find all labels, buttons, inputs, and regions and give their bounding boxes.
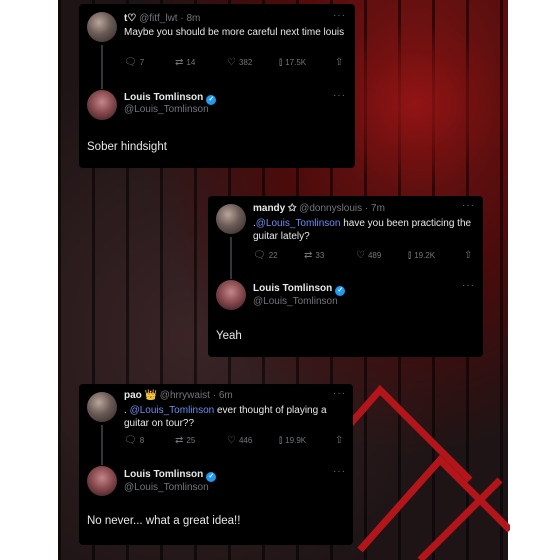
author-handle: @donnyslouis (299, 203, 363, 214)
bar-chart-icon: ⫾ (408, 250, 412, 261)
reply-text: Sober hindsight (87, 141, 167, 153)
views-button[interactable]: ⫾ 19.9K (279, 435, 306, 446)
more-dots-icon[interactable]: ··· (462, 200, 475, 211)
reply-text: No never... what a great idea!! (87, 515, 241, 527)
more-dots-icon[interactable]: ··· (333, 90, 346, 101)
thread-line (230, 237, 232, 279)
timestamp: 8m (186, 13, 201, 24)
tweet-text: .@Louis_Tomlinson have you been practici… (253, 218, 472, 242)
verified-check-icon: ✓ (206, 472, 217, 482)
avatar[interactable] (87, 90, 117, 120)
share-button[interactable]: ⇧ (335, 435, 343, 446)
more-dots-icon[interactable]: ··· (333, 466, 346, 477)
reply-button[interactable]: 🗨︎ 8 (124, 435, 144, 446)
timestamp: 7m (371, 203, 385, 214)
tweet-card-3: pao 👑 @hrrywaist · 6m ··· . @Louis_Tomli… (79, 384, 353, 545)
author-name[interactable]: mandy ✩ @donnyslouis · 7m (253, 203, 385, 214)
like-button[interactable]: ♡ 382 (227, 57, 252, 68)
author-handle: @hrrywaist (159, 390, 210, 401)
author-name[interactable]: t♡ @fitf_lwt · 8m (124, 13, 200, 24)
thread-line (101, 425, 103, 465)
heart-icon: ♡ (227, 57, 236, 68)
author-handle[interactable]: @Louis_Tomlinson (253, 296, 338, 307)
speech-bubble-icon: 🗨︎ (124, 57, 137, 68)
timestamp: 6m (218, 390, 233, 401)
tweet-card-2: mandy ✩ @donnyslouis · 7m ··· .@Louis_To… (208, 196, 483, 357)
like-button[interactable]: ♡ 489 (356, 250, 381, 261)
share-icon: ⇧ (464, 250, 473, 261)
tweet-card-1: t♡ @fitf_lwt · 8m ··· Maybe you should b… (79, 4, 355, 168)
more-dots-icon[interactable]: ··· (462, 280, 475, 291)
retweet-icon: ⇄ (304, 250, 313, 261)
author-name[interactable]: Louis Tomlinson ✓ (124, 469, 217, 482)
avatar[interactable] (87, 12, 117, 42)
retweet-icon: ⇄ (175, 435, 184, 446)
share-icon: ⇧ (335, 57, 344, 68)
bar-chart-icon: ⫾ (279, 435, 283, 446)
mention-link[interactable]: @Louis_Tomlinson (130, 405, 215, 416)
avatar[interactable] (216, 280, 246, 310)
more-dots-icon[interactable]: ··· (333, 388, 346, 399)
retweet-button[interactable]: ⇄ 14 (175, 57, 195, 68)
retweet-button[interactable]: ⇄ 25 (175, 435, 195, 446)
avatar[interactable] (87, 466, 117, 496)
retweet-button[interactable]: ⇄ 33 (304, 250, 324, 261)
speech-bubble-icon: 🗨︎ (253, 250, 266, 261)
views-button[interactable]: ⫾ 19.2K (408, 250, 435, 261)
reply-button[interactable]: 🗨︎ 22 (253, 250, 278, 261)
bar-chart-icon: ⫾ (279, 57, 283, 68)
heart-icon: ♡ (356, 250, 365, 261)
heart-icon: ♡ (227, 435, 236, 446)
tweet-text: . @Louis_Tomlinson ever thought of playi… (124, 405, 327, 429)
author-name[interactable]: pao 👑 @hrrywaist · 6m (124, 390, 233, 401)
tweet-text: Maybe you should be more careful next ti… (124, 27, 345, 38)
share-button[interactable]: ⇧ (464, 250, 472, 261)
mention-link[interactable]: @Louis_Tomlinson (256, 218, 341, 229)
speech-bubble-icon: 🗨︎ (124, 435, 137, 446)
like-button[interactable]: ♡ 446 (227, 435, 252, 446)
reply-button[interactable]: 🗨︎ 7 (124, 57, 144, 68)
author-handle[interactable]: @Louis_Tomlinson (124, 482, 209, 493)
author-handle: @fitf_lwt (139, 13, 178, 24)
share-icon: ⇧ (335, 435, 344, 446)
reply-text: Yeah (216, 330, 242, 342)
retweet-icon: ⇄ (175, 57, 184, 68)
avatar[interactable] (216, 204, 246, 234)
author-name[interactable]: Louis Tomlinson ✓ (253, 283, 346, 296)
views-button[interactable]: ⫾ 17.5K (279, 57, 306, 68)
more-dots-icon[interactable]: ··· (333, 10, 346, 21)
author-handle[interactable]: @Louis_Tomlinson (124, 104, 209, 115)
avatar[interactable] (87, 392, 117, 422)
verified-check-icon: ✓ (335, 286, 346, 296)
share-button[interactable]: ⇧ (335, 57, 343, 68)
thread-line (101, 45, 103, 89)
